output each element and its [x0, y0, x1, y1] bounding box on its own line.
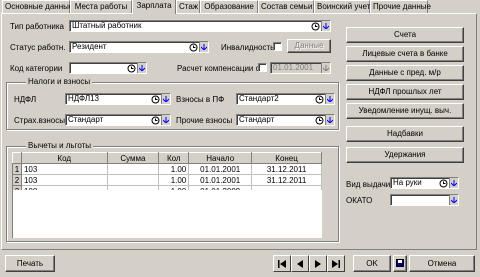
pf-field[interactable]: Стандарт2 [236, 93, 335, 105]
column-header-code[interactable]: Код [20, 152, 108, 164]
compensation-checkbox[interactable] [258, 63, 267, 72]
pf-label: Взносы в ПФ [176, 95, 225, 104]
payout-type-field[interactable]: На руки [390, 177, 459, 189]
dropdown-icon[interactable] [137, 63, 146, 73]
history-icon[interactable] [150, 115, 160, 125]
dropdown-icon[interactable] [321, 63, 330, 73]
column-header-end[interactable]: Конец [251, 152, 322, 164]
cell-code[interactable]: 103 [20, 174, 108, 186]
deductions-group-title: Вычеты и льготы [26, 141, 94, 151]
tab-seniority[interactable]: Стаж [176, 0, 200, 13]
tab-basic[interactable]: Основные данные [2, 0, 73, 13]
row-indicator-header [12, 152, 22, 164]
compensation-date-value: 01.01.2001 [273, 63, 314, 72]
row-number: 2 [12, 174, 22, 186]
disability-label: Инвалидность [221, 43, 275, 52]
ndfl-field[interactable]: НДФЛ13 [65, 93, 171, 105]
dropdown-icon[interactable] [449, 178, 458, 188]
tab-family[interactable]: Состав семьи [258, 0, 314, 13]
other-contrib-field[interactable]: Стандарт [236, 114, 335, 126]
previous-record-icon[interactable] [291, 255, 309, 272]
ok-button[interactable]: OK [353, 255, 391, 272]
dropdown-icon[interactable] [161, 94, 170, 104]
row-number: 1 [12, 163, 22, 175]
worker-type-value: Штатный работник [72, 21, 142, 30]
status-field[interactable]: Резидент [69, 41, 209, 53]
compensation-date-field[interactable]: 01.01.2001 [270, 62, 331, 74]
tab-military[interactable]: Воинский учет [314, 0, 370, 13]
save-icon[interactable] [393, 255, 407, 272]
ndfl-label: НДФЛ [14, 95, 37, 104]
cell-code[interactable]: 103 [20, 163, 108, 175]
cell-qty[interactable]: 1.00 [158, 174, 190, 186]
last-record-icon[interactable] [327, 255, 345, 272]
dropdown-icon[interactable] [161, 115, 170, 125]
dropdown-icon[interactable] [321, 21, 330, 31]
payout-type-label: Вид выдачи [346, 180, 391, 189]
category-code-field[interactable] [69, 62, 147, 74]
bank-accounts-button[interactable]: Лицевые счета в банке [346, 46, 464, 62]
compensation-label: Расчет компенсации с [177, 64, 260, 73]
history-icon[interactable] [314, 94, 324, 104]
print-button[interactable]: Печать [5, 255, 55, 272]
allowances-button[interactable]: Надбавки [346, 126, 464, 142]
previous-job-data-button[interactable]: Данные с пред. м/р [346, 65, 464, 81]
history-icon[interactable] [188, 42, 198, 52]
cell-start[interactable]: 01.01.2001 [188, 174, 253, 186]
pf-value: Стандарт2 [239, 94, 279, 103]
ndfl-value: НДФЛ13 [68, 94, 99, 103]
taxes-group-title: Налоги и взносы [26, 77, 93, 87]
history-icon[interactable] [150, 94, 160, 104]
dropdown-icon[interactable] [199, 42, 208, 52]
column-header-sum[interactable]: Сумма [106, 152, 160, 164]
cell-end[interactable]: 31.12.2011 [251, 163, 322, 175]
insurance-field[interactable]: Стандарт [65, 114, 171, 126]
status-label: Статус работн. [10, 43, 66, 52]
cell-sum[interactable] [106, 174, 160, 186]
okato-field[interactable] [390, 194, 459, 206]
disability-checkbox[interactable] [273, 42, 282, 51]
cell-start[interactable]: 01.01.2001 [188, 163, 253, 175]
history-icon[interactable] [438, 178, 448, 188]
status-value: Резидент [72, 42, 107, 51]
next-record-icon[interactable] [309, 255, 327, 272]
tab-workplaces[interactable]: Места работы [70, 0, 132, 13]
category-code-label: Код категории [10, 64, 63, 73]
column-header-qty[interactable]: Кол [158, 152, 190, 164]
worker-type-field[interactable]: Штатный работник [69, 20, 331, 32]
table-header-row: Код Сумма Кол Начало Конец [12, 152, 322, 164]
accounts-button[interactable]: Счета [346, 27, 464, 43]
worker-type-label: Тип работника [10, 22, 64, 31]
property-deduction-notice-button[interactable]: Уведомление инущ. выч. [346, 103, 464, 119]
dropdown-icon[interactable] [325, 115, 334, 125]
payout-type-value: На руки [393, 178, 422, 187]
cell-sum[interactable] [106, 163, 160, 175]
history-icon[interactable] [310, 21, 320, 31]
tab-education[interactable]: Образование [200, 0, 258, 13]
other-contrib-value: Стандарт [239, 115, 275, 124]
cancel-button[interactable]: Отмена [409, 255, 475, 272]
tab-salary[interactable]: Зарплата [132, 0, 176, 14]
okato-label: ОКАТО [346, 196, 373, 205]
cell-qty[interactable]: 1.00 [158, 163, 190, 175]
history-icon[interactable] [314, 115, 324, 125]
column-header-start[interactable]: Начало [188, 152, 253, 164]
table-row[interactable]: 2 103 1.00 01.01.2001 31.12.2011 [12, 174, 322, 186]
table-row[interactable]: 1 103 1.00 01.01.2001 31.12.2011 [12, 163, 322, 175]
deductions-button[interactable]: Удержания [346, 147, 464, 163]
table-empty-area [12, 190, 322, 238]
disability-data-button[interactable]: Данные [287, 39, 331, 53]
dropdown-icon[interactable] [449, 195, 458, 205]
dropdown-icon[interactable] [325, 94, 334, 104]
first-record-icon[interactable] [273, 255, 291, 272]
ndfl-past-years-button[interactable]: НДФЛ прошлых лет [346, 84, 464, 100]
history-icon[interactable] [126, 63, 136, 73]
insurance-label: Страх.взносы [14, 116, 66, 125]
cell-end[interactable]: 31.12.2011 [251, 174, 322, 186]
tab-other[interactable]: Прочие данные [370, 0, 431, 13]
insurance-value: Стандарт [68, 115, 104, 124]
other-contrib-label: Прочие взносы [176, 116, 233, 125]
